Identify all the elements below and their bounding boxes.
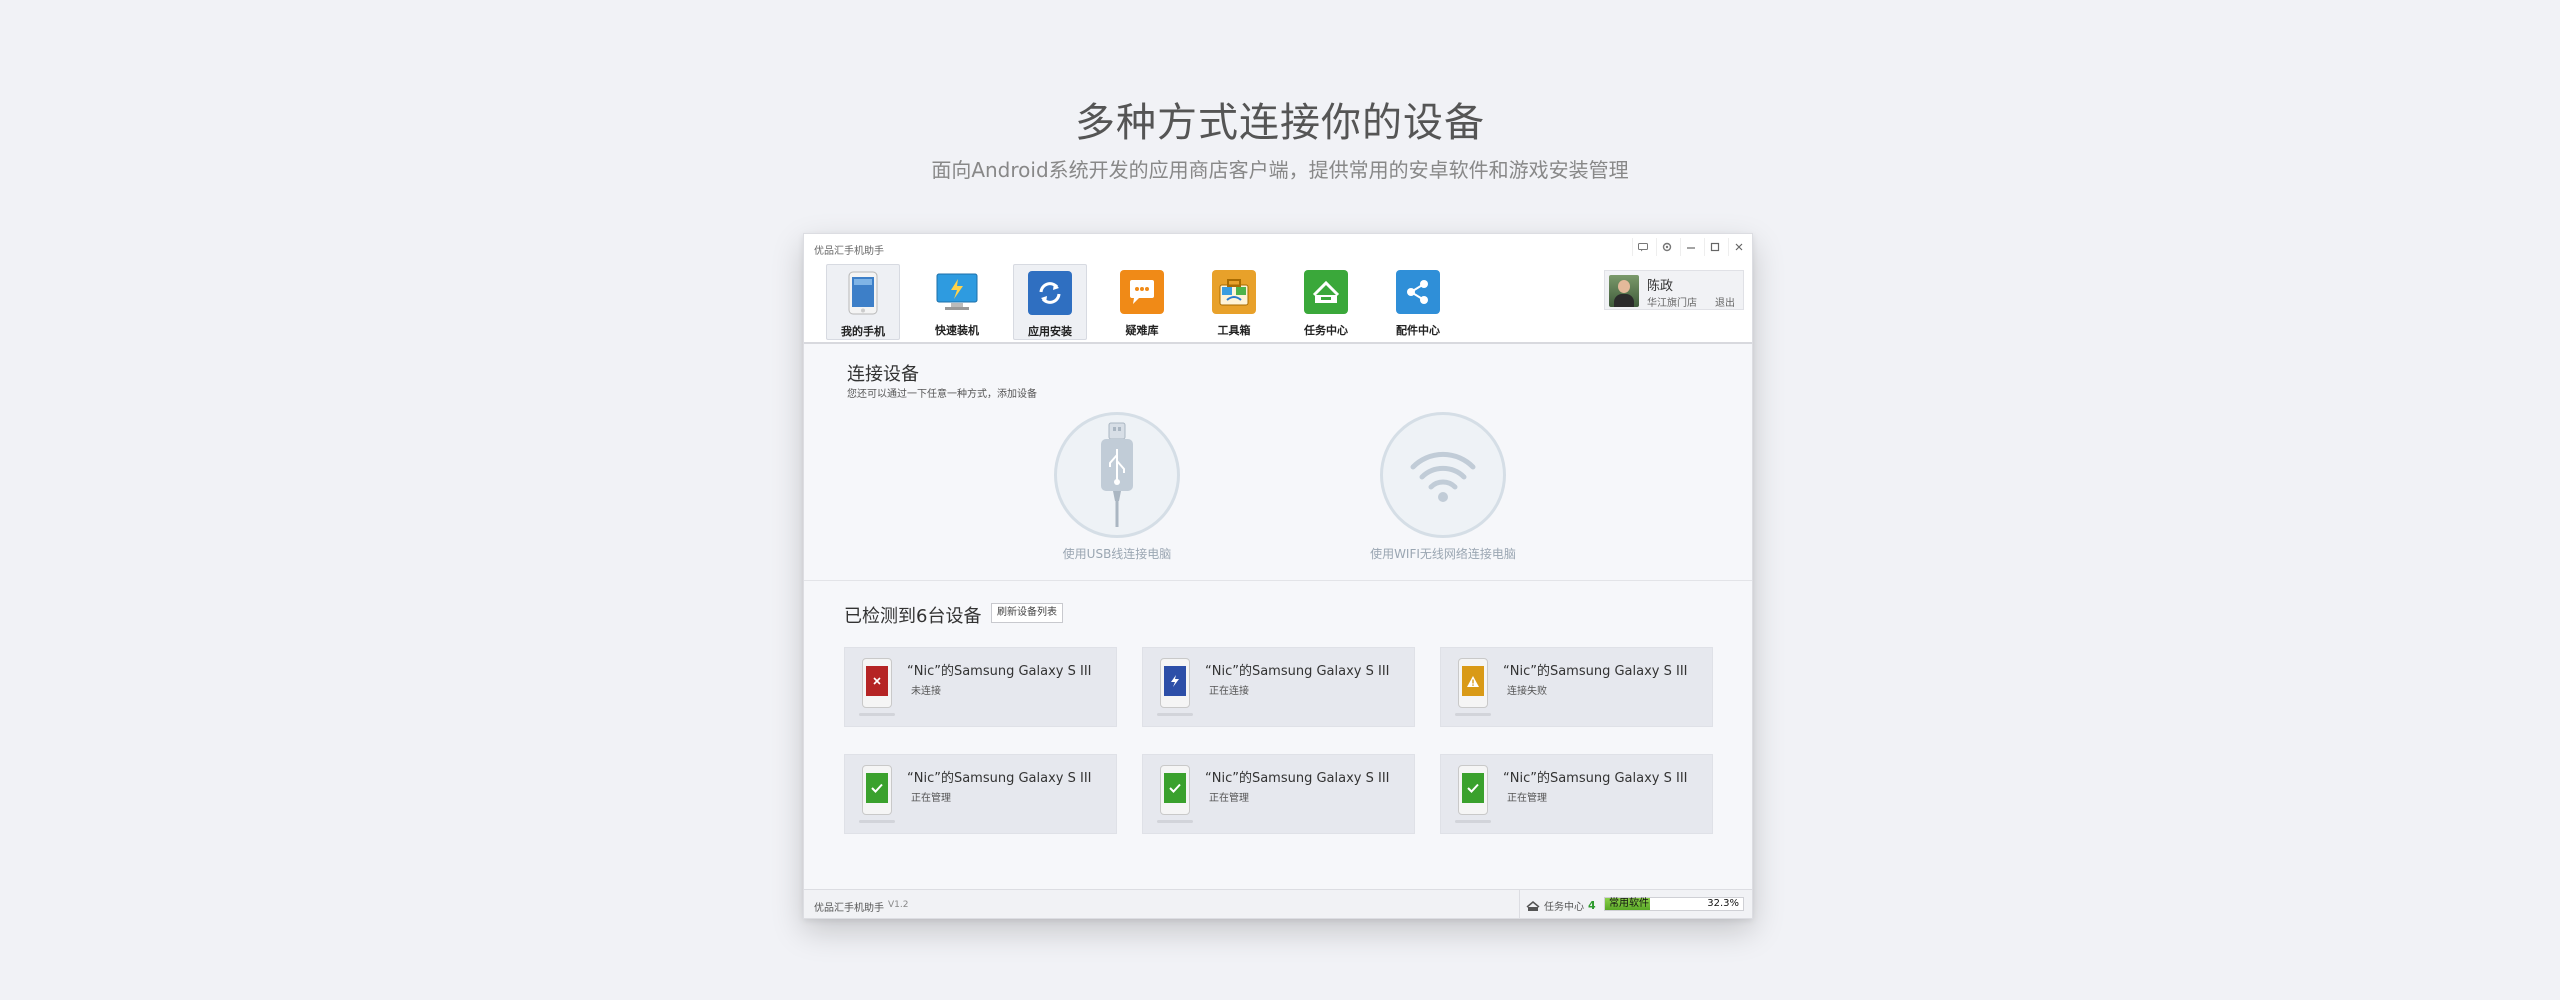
status-task-count: 4 — [1588, 899, 1596, 912]
tab-toolbox[interactable]: 工具箱 — [1197, 264, 1271, 340]
refresh-device-list-button[interactable]: 刷新设备列表 — [991, 603, 1063, 623]
share-icon — [1396, 270, 1440, 314]
lightning-icon — [1164, 666, 1186, 696]
phone-shadow — [859, 820, 895, 823]
logout-link[interactable]: 退出 — [1715, 294, 1735, 309]
phone-shadow — [1455, 820, 1491, 823]
phone-icon — [1458, 765, 1488, 815]
tab-label: 应用安装 — [1028, 325, 1072, 338]
user-store: 华江旗门店 — [1647, 298, 1697, 309]
device-name: “Nic”的Samsung Galaxy S III — [1503, 771, 1688, 786]
window-controls — [1632, 238, 1748, 256]
section-divider — [804, 580, 1752, 581]
device-status: 正在连接 — [1209, 686, 1249, 697]
phone-shadow — [1157, 820, 1193, 823]
tab-trouble-library[interactable]: 疑难库 — [1105, 264, 1179, 340]
status-task-label: 任务中心 — [1544, 902, 1584, 913]
check-icon — [866, 773, 888, 803]
tab-label: 快速装机 — [935, 324, 979, 337]
x-icon — [866, 666, 888, 696]
device-name: “Nic”的Samsung Galaxy S III — [907, 771, 1092, 786]
device-card[interactable]: “Nic”的Samsung Galaxy S III 正在管理 — [1440, 754, 1713, 834]
main-toolbar: 我的手机 快速装机 应用安装 疑难库 工具箱 任务中心 配件中心 陈政 华江旗门… — [804, 258, 1752, 344]
close-icon[interactable] — [1728, 238, 1748, 256]
maximize-icon[interactable] — [1704, 238, 1724, 256]
device-card[interactable]: “Nic”的Samsung Galaxy S III 连接失败 — [1440, 647, 1713, 727]
phone-shadow — [1157, 713, 1193, 716]
device-status: 正在管理 — [1209, 793, 1249, 804]
tab-label: 任务中心 — [1304, 324, 1348, 337]
device-status: 正在管理 — [1507, 793, 1547, 804]
device-name: “Nic”的Samsung Galaxy S III — [907, 664, 1092, 679]
status-task-center[interactable]: 任务中心 4 — [1526, 898, 1596, 913]
phone-shadow — [1455, 713, 1491, 716]
toolbox-icon — [1212, 270, 1256, 314]
phone-icon — [1160, 658, 1190, 708]
phone-icon — [862, 658, 892, 708]
tab-label: 我的手机 — [841, 325, 885, 338]
device-status: 未连接 — [911, 686, 941, 697]
wifi-connect-button[interactable] — [1380, 412, 1506, 538]
device-status: 正在管理 — [911, 793, 951, 804]
status-app-name: 优品汇手机助手 — [814, 903, 884, 914]
status-separator — [1519, 890, 1520, 919]
user-name: 陈政 — [1647, 279, 1674, 294]
phone-shadow — [859, 713, 895, 716]
device-status: 连接失败 — [1507, 686, 1547, 697]
device-card[interactable]: “Nic”的Samsung Galaxy S III 正在连接 — [1142, 647, 1415, 727]
minimize-icon[interactable] — [1680, 238, 1700, 256]
message-icon[interactable] — [1632, 238, 1652, 256]
wifi-label: 使用WIFI无线网络连接电脑 — [1370, 547, 1516, 561]
device-name: “Nic”的Samsung Galaxy S III — [1205, 771, 1390, 786]
tab-app-install[interactable]: 应用安装 — [1013, 264, 1087, 340]
task-center-small-icon — [1526, 900, 1540, 911]
device-card[interactable]: “Nic”的Samsung Galaxy S III 正在管理 — [1142, 754, 1415, 834]
phone-icon — [1458, 658, 1488, 708]
tab-label: 工具箱 — [1217, 324, 1251, 337]
progress-percent: 32.3% — [1707, 898, 1739, 909]
usb-connect-button[interactable] — [1054, 412, 1180, 538]
phone-icon — [862, 765, 892, 815]
device-name: “Nic”的Samsung Galaxy S III — [1205, 664, 1390, 679]
hero-title: 多种方式连接你的设备 — [1075, 100, 1485, 146]
tab-accessory-center[interactable]: 配件中心 — [1381, 264, 1455, 340]
tab-label: 配件中心 — [1396, 324, 1440, 337]
tab-my-phone[interactable]: 我的手机 — [826, 264, 900, 340]
device-card[interactable]: “Nic”的Samsung Galaxy S III 正在管理 — [844, 754, 1117, 834]
avatar — [1609, 275, 1639, 307]
task-center-icon — [1304, 270, 1348, 314]
tab-label: 疑难库 — [1125, 324, 1159, 337]
warning-icon — [1462, 666, 1484, 696]
tab-task-center[interactable]: 任务中心 — [1289, 264, 1363, 340]
connect-subtitle: 您还可以通过一下任意一种方式，添加设备 — [847, 389, 1037, 400]
chat-bubble-icon — [1120, 270, 1164, 314]
monitor-icon — [935, 270, 979, 314]
phone-icon — [841, 271, 885, 315]
device-card[interactable]: “Nic”的Samsung Galaxy S III 未连接 — [844, 647, 1117, 727]
refresh-install-icon — [1028, 271, 1072, 315]
connect-title: 连接设备 — [847, 364, 919, 385]
status-version: V1.2 — [888, 900, 909, 910]
wifi-icon — [1410, 451, 1476, 502]
app-title: 优品汇手机助手 — [814, 246, 884, 257]
check-icon — [1164, 773, 1186, 803]
usb-icon — [1101, 422, 1133, 527]
device-name: “Nic”的Samsung Galaxy S III — [1503, 664, 1688, 679]
title-bar: 优品汇手机助手 — [804, 234, 1752, 258]
app-window: 优品汇手机助手 我的手机 快速装机 应用安装 疑难库 工具箱 任务中心 配件中心… — [803, 233, 1753, 919]
check-icon — [1462, 773, 1484, 803]
user-panel: 陈政 华江旗门店 退出 — [1604, 270, 1744, 310]
phone-icon — [1160, 765, 1190, 815]
detected-title: 已检测到6台设备 — [844, 606, 982, 627]
install-progress-bar: 常用软件 32.3% — [1604, 897, 1744, 911]
hero-subtitle: 面向Android系统开发的应用商店客户端，提供常用的安卓软件和游戏安装管理 — [931, 158, 1629, 182]
settings-icon[interactable] — [1656, 238, 1676, 256]
status-bar: 优品汇手机助手 V1.2 任务中心 4 常用软件 32.3% — [804, 889, 1752, 919]
progress-label: 常用软件 — [1609, 898, 1649, 909]
usb-label: 使用USB线连接电脑 — [1062, 547, 1172, 561]
tab-quick-install[interactable]: 快速装机 — [920, 264, 994, 340]
